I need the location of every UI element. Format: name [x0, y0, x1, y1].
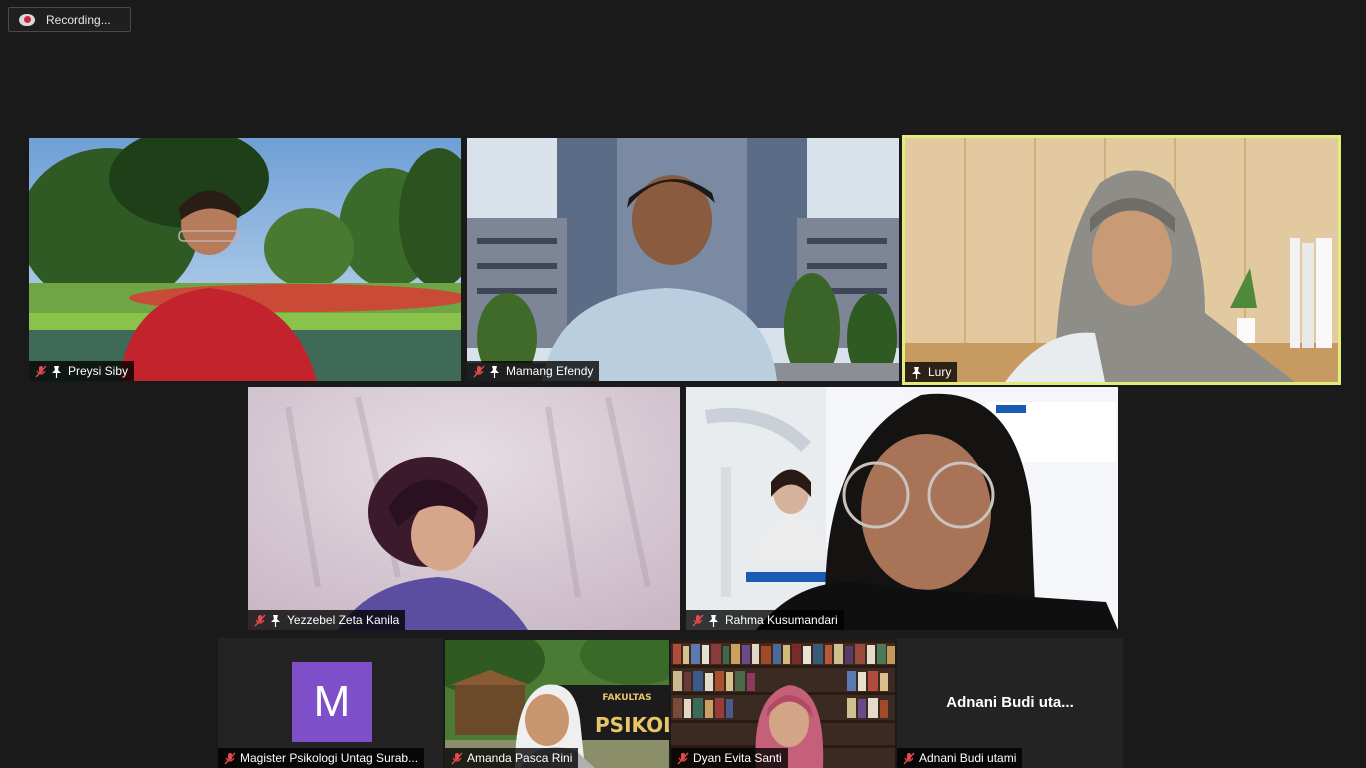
nameplate: Amanda Pasca Rini	[445, 748, 579, 768]
nameplate: Dyan Evita Santi	[671, 748, 788, 768]
nameplate: Adnani Budi utami	[897, 748, 1023, 768]
muted-mic-icon	[903, 752, 915, 764]
muted-mic-icon	[677, 752, 689, 764]
muted-mic-icon	[224, 752, 236, 764]
record-icon	[19, 13, 35, 26]
pin-icon	[52, 365, 61, 378]
pin-icon	[490, 365, 499, 378]
participant-name: Amanda Pasca Rini	[467, 751, 573, 765]
pin-icon	[709, 614, 718, 627]
participant-name: Rahma Kusumandari	[725, 613, 838, 627]
sign-text-1: FAKULTAS	[602, 693, 651, 703]
participant-video	[248, 387, 680, 630]
participant-name: Preysi Siby	[68, 364, 129, 378]
video-tile-adnani-budi-utami[interactable]: Adnani Budi uta... Adnani Budi utami	[897, 638, 1123, 768]
participant-name: Dyan Evita Santi	[693, 751, 782, 765]
nameplate: Yezzebel Zeta Kanila	[248, 610, 406, 630]
muted-mic-icon	[35, 365, 47, 377]
video-tile-rahma-kusumandari[interactable]: Rahma Kusumandari	[686, 387, 1118, 630]
participant-video	[467, 138, 899, 381]
video-off-name: Adnani Budi uta...	[946, 694, 1074, 711]
participant-video	[686, 387, 1118, 630]
muted-mic-icon	[451, 752, 463, 764]
nameplate: Magister Psikologi Untag Surab...	[218, 748, 425, 768]
participant-name: Yezzebel Zeta Kanila	[287, 613, 400, 627]
nameplate: Preysi Siby	[29, 361, 135, 381]
video-tile-yezzebel-zeta-kanila[interactable]: Yezzebel Zeta Kanila	[248, 387, 680, 630]
nameplate: Lury	[905, 362, 958, 382]
nameplate: Mamang Efendy	[467, 361, 600, 381]
avatar: M	[292, 662, 372, 742]
avatar-letter: M	[313, 677, 351, 726]
pin-icon	[912, 366, 921, 379]
muted-mic-icon	[473, 365, 485, 377]
video-tile-dyan-evita-santi[interactable]: Dyan Evita Santi	[671, 640, 895, 768]
video-tile-preysi-siby[interactable]: Preysi Siby	[29, 138, 461, 381]
participant-name: Mamang Efendy	[506, 364, 594, 378]
participant-video	[905, 138, 1338, 382]
recording-label: Recording...	[46, 12, 111, 27]
video-tile-amanda-pasca-rini[interactable]: FAKULTAS PSIKOLOGI Amanda Pasca Rini	[445, 640, 669, 768]
participant-name: Lury	[928, 365, 952, 379]
muted-mic-icon	[692, 614, 704, 626]
participant-name: Adnani Budi utami	[919, 751, 1017, 765]
video-tile-mamang-efendy[interactable]: Mamang Efendy	[467, 138, 899, 381]
pin-icon	[271, 614, 280, 627]
nameplate: Rahma Kusumandari	[686, 610, 844, 630]
sign-text-2: PSIKOLOGI	[595, 713, 669, 737]
video-tile-lury[interactable]: Lury	[902, 135, 1341, 385]
muted-mic-icon	[254, 614, 266, 626]
video-tile-magister-psikologi[interactable]: M Magister Psikologi Untag Surab...	[218, 638, 443, 768]
recording-indicator[interactable]: Recording...	[8, 7, 131, 32]
participant-video	[29, 138, 461, 381]
participant-name: Magister Psikologi Untag Surab...	[240, 751, 419, 765]
